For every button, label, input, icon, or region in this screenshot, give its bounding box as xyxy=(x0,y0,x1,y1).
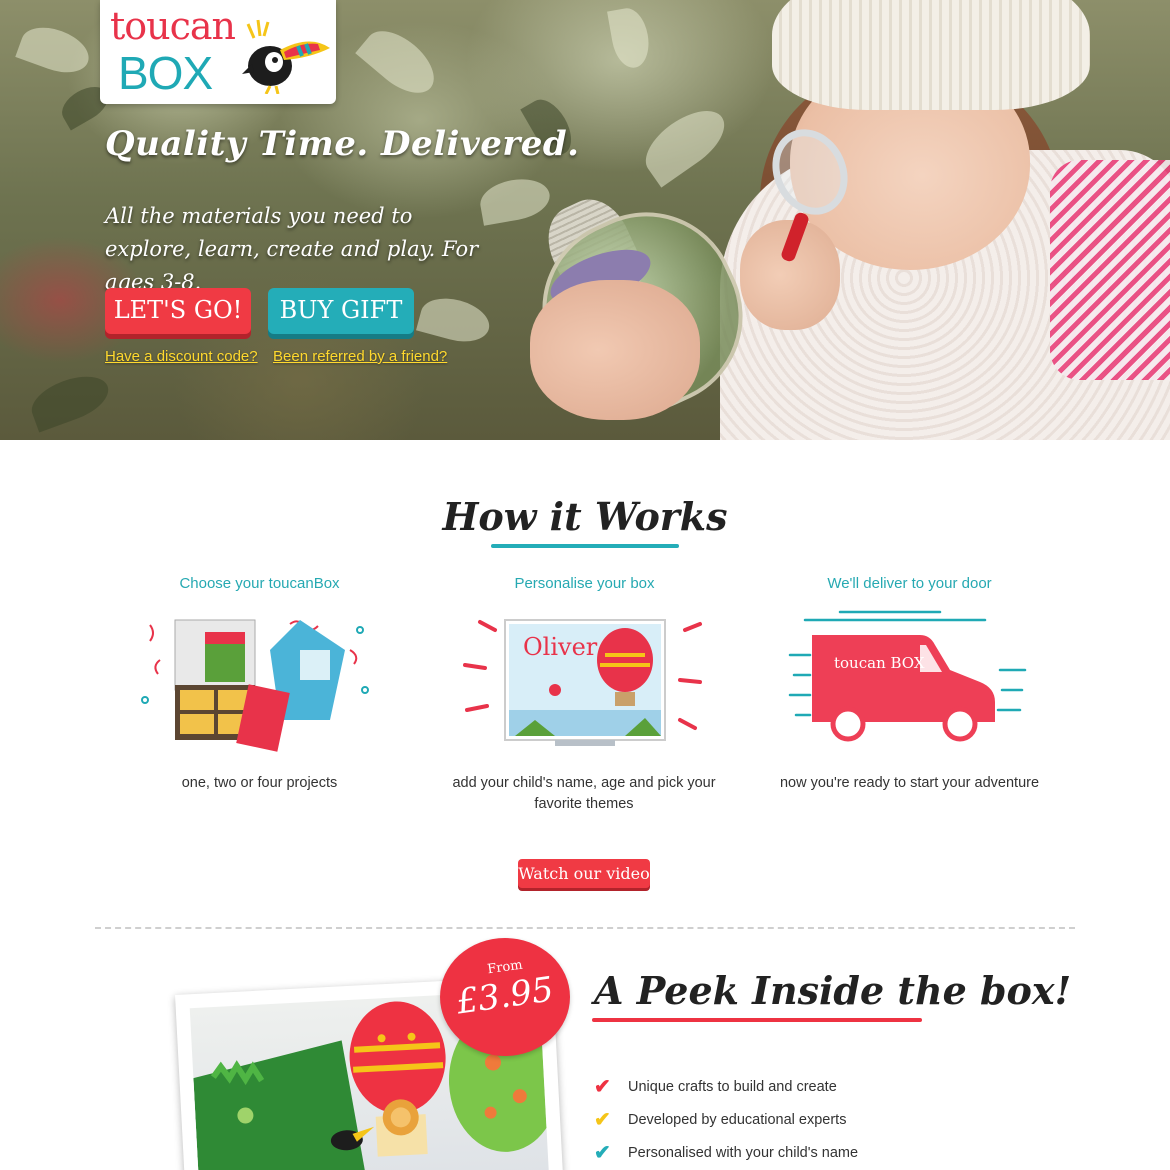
how-it-works-underline xyxy=(491,544,679,548)
peek-inside-underline xyxy=(592,1018,922,1022)
step-title-personalise: Personalise your box xyxy=(514,575,655,592)
price-badge: From £3.95 xyxy=(440,938,570,1056)
feature-text: Personalised with your child's name xyxy=(628,1145,859,1161)
hero-section: toucan BOX Quality Time. Delivered. All … xyxy=(0,0,1170,440)
feature-item: ✔ Developed by educational experts xyxy=(594,1107,846,1132)
peek-inside-title: A Peek Inside the box! xyxy=(594,968,1072,1013)
how-it-works-title: How it Works xyxy=(442,494,728,539)
section-divider xyxy=(95,927,1075,929)
hero-subtitle: All the materials you need to explore, l… xyxy=(105,204,479,294)
step-title-choose: Choose your toucanBox xyxy=(179,575,340,592)
toucan-icon xyxy=(242,19,330,94)
hero-photo-foliage xyxy=(477,174,553,226)
hero-photo-foliage xyxy=(607,5,653,71)
hero-photo-hand xyxy=(530,280,700,420)
step-desc-deliver: now you're ready to start your adventure xyxy=(779,775,1040,791)
step-desc-choose: one, two or four projects xyxy=(181,775,338,791)
hero-photo-knit-hat xyxy=(772,0,1090,110)
hero-photo-foliage xyxy=(355,19,445,105)
watch-video-button[interactable]: Watch our video xyxy=(518,859,650,888)
van-logo-text: toucan BOX xyxy=(834,654,925,672)
check-icon: ✔ xyxy=(594,1076,611,1098)
discount-code-link[interactable]: Have a discount code? xyxy=(105,348,258,365)
step-title-deliver: We'll deliver to your door xyxy=(827,575,992,592)
buy-gift-button[interactable]: BUY GIFT xyxy=(268,288,414,334)
check-icon: ✔ xyxy=(594,1109,611,1131)
logo-link[interactable]: toucan BOX xyxy=(100,0,336,104)
hero-photo-foliage xyxy=(15,19,95,81)
step-desc-personalise: add your child's name, age and pick your… xyxy=(452,775,716,812)
hero-photo-foliage xyxy=(25,367,115,433)
hero-title: Quality Time. Delivered. xyxy=(105,124,580,164)
check-icon: ✔ xyxy=(594,1142,611,1164)
hero-photo-pink-top xyxy=(1050,160,1170,380)
feature-text: Developed by educational experts xyxy=(628,1112,847,1128)
referral-link[interactable]: Been referred by a friend? xyxy=(273,348,447,365)
logo-word-toucan: toucan xyxy=(110,4,236,48)
feature-item: ✔ Personalised with your child's name xyxy=(594,1140,858,1165)
hero-photo-foliage xyxy=(416,291,494,349)
feature-item: ✔ Unique crafts to build and create xyxy=(594,1074,837,1099)
lets-go-button[interactable]: LET'S GO! xyxy=(105,288,251,334)
feature-text: Unique crafts to build and create xyxy=(628,1079,837,1095)
box-icon xyxy=(141,619,369,752)
logo-word-box: BOX xyxy=(118,47,213,99)
hero-photo-foliage xyxy=(634,98,736,188)
personalised-card-icon: Oliver xyxy=(463,619,702,746)
card-name-oliver: Oliver xyxy=(523,633,598,661)
delivery-van-icon: toucan BOX xyxy=(788,610,1027,742)
